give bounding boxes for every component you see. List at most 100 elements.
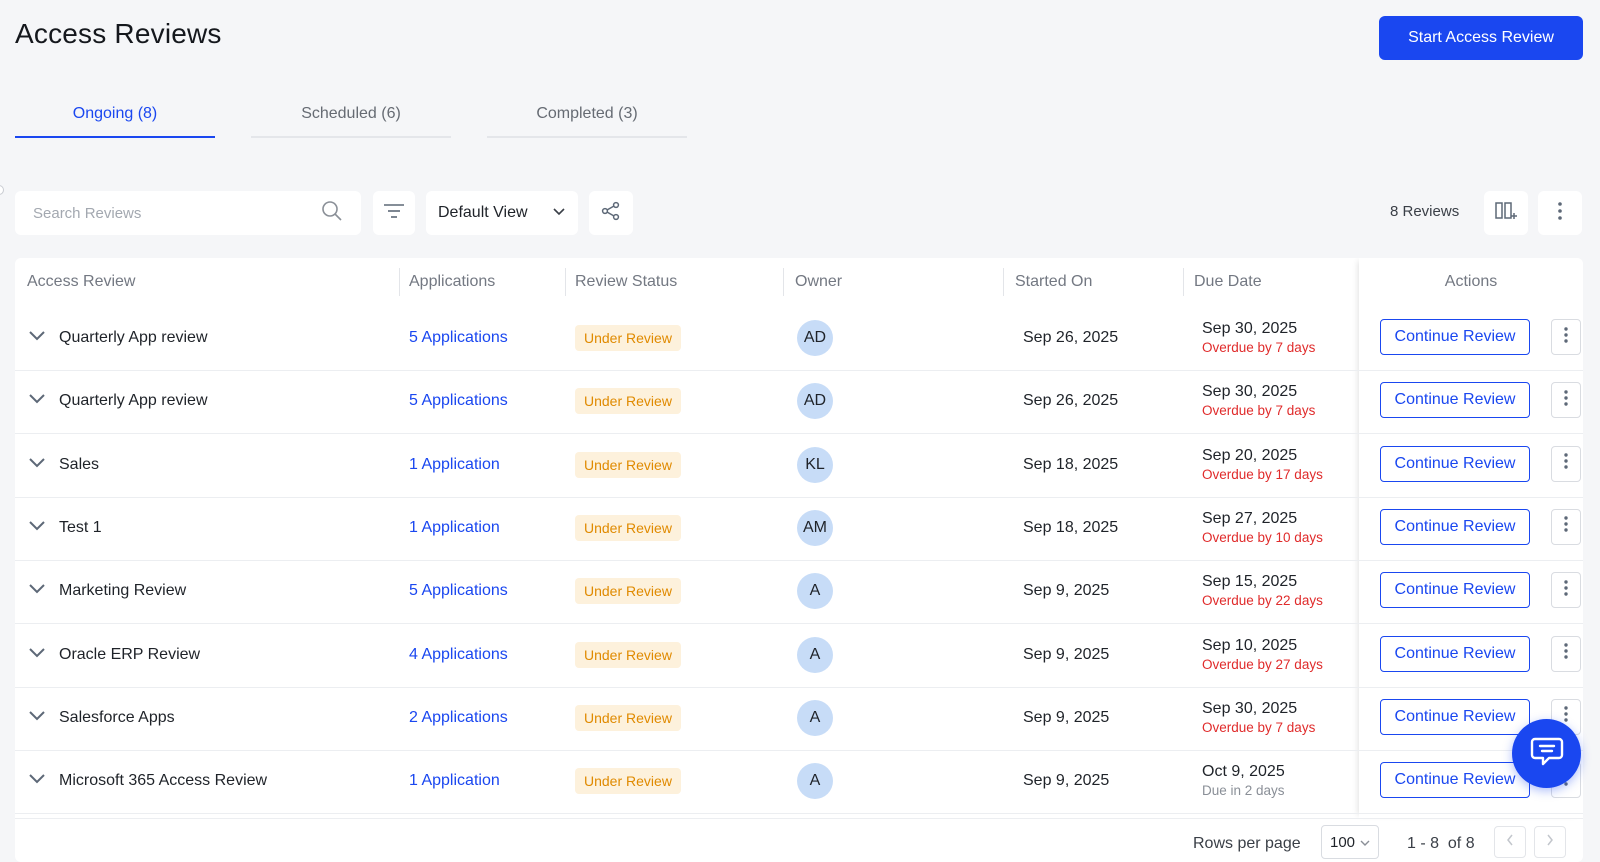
started-on: Sep 9, 2025 (1023, 645, 1110, 663)
column-header-review-status[interactable]: Review Status (575, 258, 677, 306)
status-cell: Under Review (575, 369, 681, 433)
column-header-owner[interactable]: Owner (795, 258, 842, 306)
tab-spacer (451, 92, 487, 138)
more-vertical-icon (1557, 201, 1563, 226)
expand-row-button[interactable] (27, 496, 47, 560)
tab-ongoing[interactable]: Ongoing (8) (15, 92, 215, 138)
applications-link[interactable]: 1 Application (409, 496, 500, 560)
reviews-table: Access Review Applications Review Status… (15, 258, 1583, 862)
column-divider (565, 268, 566, 296)
column-header-started-on[interactable]: Started On (1015, 258, 1092, 306)
rows-per-page-select[interactable]: 100 (1321, 825, 1379, 859)
review-count: 8 Reviews (1390, 203, 1460, 220)
row-more-button[interactable] (1551, 319, 1581, 355)
review-name: Sales (59, 455, 100, 473)
page-total: of 8 (1447, 835, 1475, 852)
table-row: Microsoft 365 Access Review 1 Applicatio… (15, 749, 1583, 815)
start-access-review-button[interactable]: Start Access Review (1379, 16, 1583, 60)
continue-review-button[interactable]: Continue Review (1380, 445, 1530, 482)
due-date: Sep 27, 2025 (1202, 509, 1298, 527)
row-more-button[interactable] (1551, 635, 1581, 672)
status-badge: Under Review (575, 578, 681, 605)
due-note: Overdue by 7 days (1202, 719, 1316, 735)
due-note: Overdue by 7 days (1202, 403, 1316, 419)
chat-button[interactable] (1512, 719, 1581, 788)
applications-link[interactable]: 5 Applications (409, 559, 508, 623)
column-divider (1003, 268, 1004, 296)
owner-cell: A (797, 559, 833, 623)
column-header-applications[interactable]: Applications (409, 258, 495, 306)
started-on: Sep 9, 2025 (1023, 772, 1110, 790)
tab-scheduled[interactable]: Scheduled (6) (251, 92, 451, 138)
search-input[interactable] (33, 204, 293, 222)
view-select[interactable]: Default View (426, 191, 578, 235)
due-date: Sep 30, 2025 (1202, 383, 1298, 401)
status-cell: Under Review (575, 559, 681, 623)
row-more-button[interactable] (1551, 445, 1581, 482)
applications-link[interactable]: 1 Application (409, 749, 500, 813)
expand-row-button[interactable] (27, 623, 47, 687)
column-header-access-review[interactable]: Access Review (27, 258, 135, 306)
row-more-button[interactable] (1551, 508, 1581, 545)
rows-per-page-label: Rows per page (1193, 835, 1301, 852)
applications-link[interactable]: 2 Applications (409, 686, 508, 750)
continue-review-button[interactable]: Continue Review (1380, 319, 1530, 355)
review-name: Microsoft 365 Access Review (59, 772, 268, 790)
status-cell: Under Review (575, 306, 681, 370)
status-cell: Under Review (575, 686, 681, 750)
more-vertical-icon (1563, 452, 1569, 475)
status-badge: Under Review (575, 514, 681, 541)
continue-review-button[interactable]: Continue Review (1380, 698, 1530, 735)
expand-row-button[interactable] (27, 749, 47, 813)
applications-link[interactable]: 4 Applications (409, 623, 508, 687)
columns-button[interactable] (1484, 191, 1528, 235)
due-date: Sep 30, 2025 (1202, 699, 1298, 717)
due-date: Sep 20, 2025 (1202, 446, 1298, 464)
expand-row-button[interactable] (27, 433, 47, 497)
continue-review-button[interactable]: Continue Review (1380, 635, 1530, 672)
continue-review-button[interactable]: Continue Review (1380, 762, 1530, 799)
applications-link[interactable]: 5 Applications (409, 369, 508, 433)
more-options-button[interactable] (1538, 191, 1582, 235)
tab-completed[interactable]: Completed (3) (487, 92, 687, 138)
status-cell: Under Review (575, 623, 681, 687)
expand-row-button[interactable] (27, 369, 47, 433)
avatar: A (797, 699, 833, 736)
prev-page-button[interactable] (1494, 826, 1526, 858)
view-select-label: Default View (438, 204, 528, 221)
more-vertical-icon (1563, 326, 1569, 349)
expand-row-button[interactable] (27, 686, 47, 750)
continue-review-button[interactable]: Continue Review (1380, 508, 1530, 545)
expand-row-button[interactable] (27, 306, 47, 370)
tab-spacer (215, 92, 251, 138)
continue-review-button[interactable]: Continue Review (1380, 382, 1530, 419)
page-range-value: 1 - 8 (1407, 835, 1440, 852)
due-date-cell: Sep 15, 2025 Overdue by 22 days (1202, 559, 1323, 623)
continue-review-button[interactable]: Continue Review (1380, 572, 1530, 609)
table-header: Access Review Applications Review Status… (15, 258, 1583, 306)
expand-row-button[interactable] (27, 559, 47, 623)
search-icon[interactable] (321, 200, 343, 227)
applications-link[interactable]: 1 Application (409, 433, 500, 497)
page-title: Access Reviews (15, 18, 222, 49)
started-on: Sep 9, 2025 (1023, 582, 1110, 600)
started-on: Sep 18, 2025 (1023, 518, 1119, 536)
due-date-cell: Sep 27, 2025 Overdue by 10 days (1202, 496, 1323, 560)
avatar: AD (797, 320, 833, 356)
chevron-down-icon (1360, 834, 1370, 851)
status-cell: Under Review (575, 496, 681, 560)
more-vertical-icon (1563, 389, 1569, 412)
row-more-button[interactable] (1551, 382, 1581, 419)
row-more-button[interactable] (1551, 572, 1581, 609)
next-page-button[interactable] (1534, 826, 1566, 858)
avatar: A (797, 573, 833, 610)
share-button[interactable] (589, 191, 633, 235)
started-on: Sep 18, 2025 (1023, 455, 1119, 473)
pagination-bar: Rows per page 100 1 - 8 of 8 (15, 818, 1583, 862)
applications-link[interactable]: 5 Applications (409, 306, 508, 370)
due-note: Overdue by 22 days (1202, 593, 1323, 609)
started-on: Sep 9, 2025 (1023, 708, 1110, 726)
column-header-due-date[interactable]: Due Date (1194, 258, 1262, 306)
filter-button[interactable] (373, 191, 415, 235)
due-date-cell: Sep 30, 2025 Overdue by 7 days (1202, 369, 1315, 433)
